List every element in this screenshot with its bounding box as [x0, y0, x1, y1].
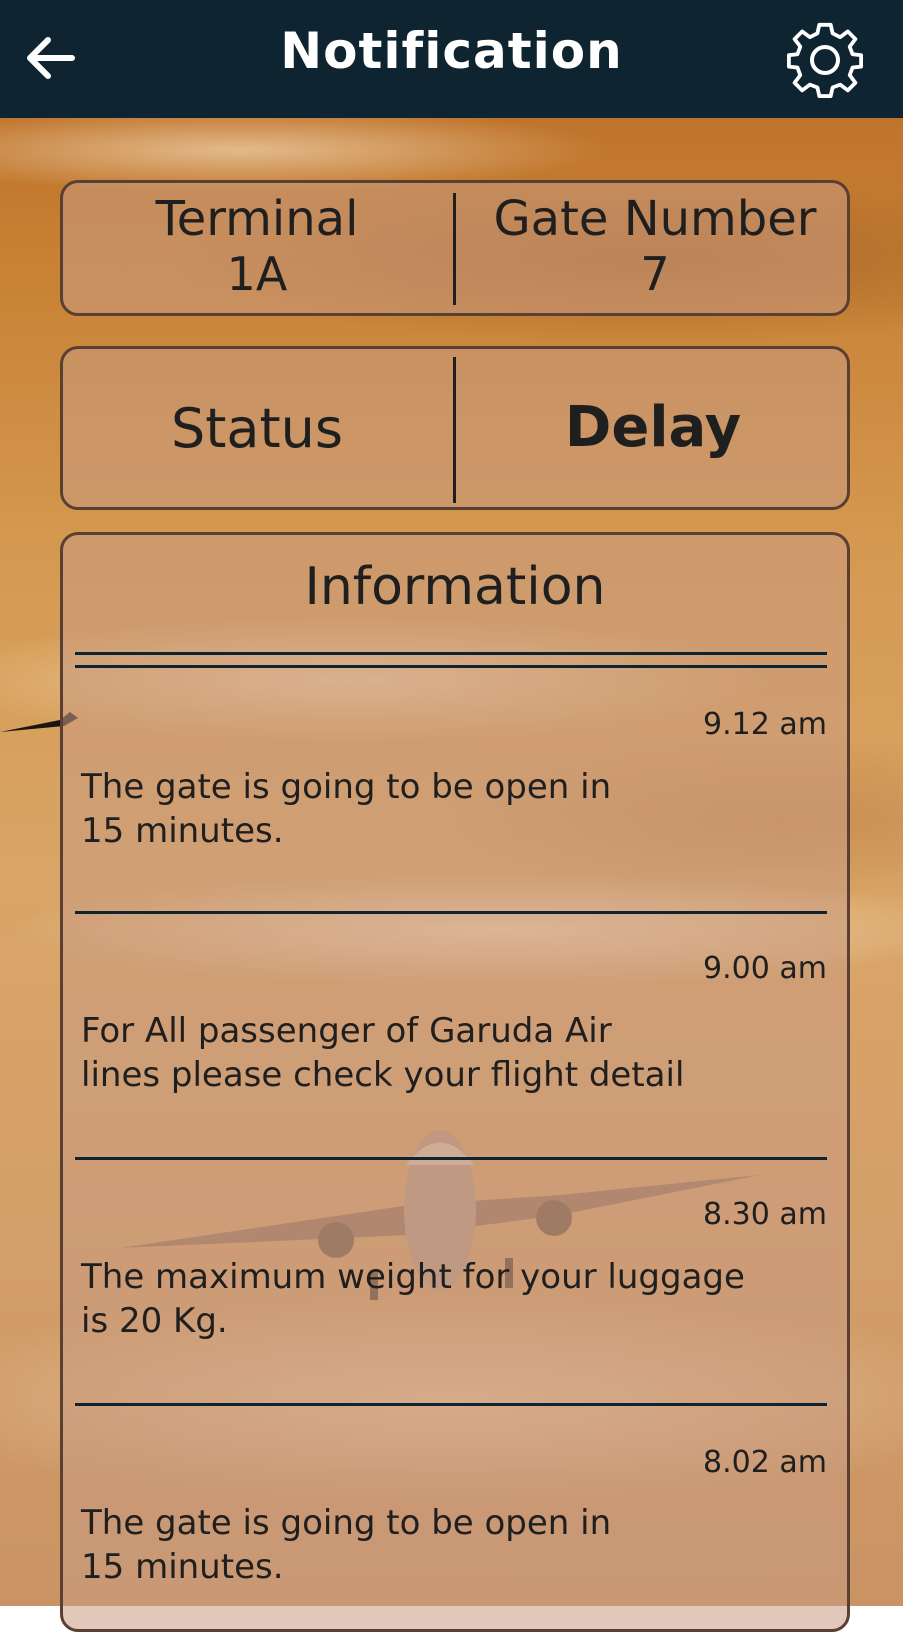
- message-line: lines please check your flight detail: [81, 1055, 685, 1095]
- terminal-gate-card: Terminal 1A Gate Number 7: [60, 180, 850, 316]
- message-line: The gate is going to be open in: [81, 1503, 612, 1543]
- message-line: For All passenger of Garuda Air: [81, 1011, 612, 1051]
- terminal-cell: Terminal 1A: [63, 191, 451, 301]
- gate-cell: Gate Number 7: [463, 191, 847, 301]
- gear-icon: [786, 22, 864, 98]
- message-time: 9.00 am: [703, 951, 827, 986]
- status-card: Status Delay: [60, 346, 850, 510]
- message-line: 15 minutes.: [81, 811, 284, 851]
- terminal-label: Terminal: [155, 191, 359, 247]
- message-time: 8.30 am: [703, 1197, 827, 1232]
- card-divider: [453, 357, 456, 503]
- message-text: The maximum weight for your luggage is 2…: [81, 1255, 781, 1343]
- message-divider: [75, 1157, 827, 1160]
- information-title: Information: [304, 557, 606, 617]
- message-line: The maximum weight for your luggage: [81, 1257, 745, 1297]
- message-line: 15 minutes.: [81, 1547, 284, 1587]
- message-divider: [75, 1403, 827, 1406]
- message-text: The gate is going to be open in 15 minut…: [81, 765, 741, 853]
- title-rule: [75, 665, 827, 668]
- message-time: 9.12 am: [703, 707, 827, 742]
- message-line: The gate is going to be open in: [81, 767, 612, 807]
- app-header: Notification: [0, 0, 903, 118]
- message-text: The gate is going to be open in 15 minut…: [81, 1501, 741, 1589]
- gate-label: Gate Number: [493, 191, 817, 247]
- page-title: Notification: [280, 22, 623, 80]
- information-card: Information 9.12 am The gate is going to…: [60, 532, 850, 1632]
- card-divider: [453, 193, 456, 305]
- message-text: For All passenger of Garuda Air lines pl…: [81, 1009, 781, 1097]
- title-rule: [75, 652, 827, 655]
- message-time: 8.02 am: [703, 1445, 827, 1480]
- status-value: Delay: [564, 395, 742, 460]
- settings-button[interactable]: [784, 18, 866, 100]
- gate-value: 7: [640, 247, 670, 301]
- status-label: Status: [170, 397, 344, 460]
- terminal-value: 1A: [226, 247, 288, 301]
- message-divider: [75, 911, 827, 914]
- message-line: is 20 Kg.: [81, 1301, 228, 1341]
